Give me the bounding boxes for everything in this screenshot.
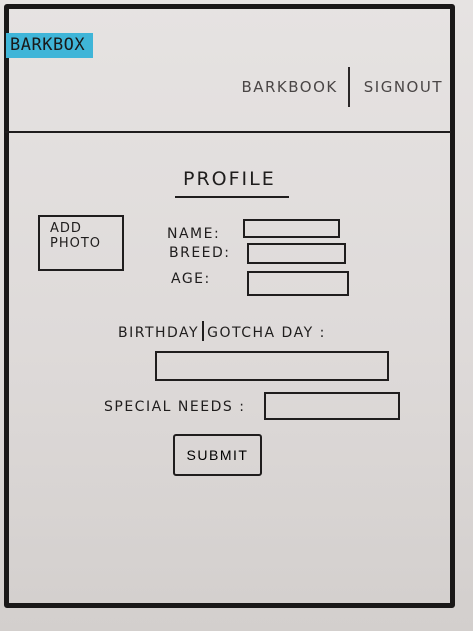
birthday-gotcha-label: BIRTHDAY GOTCHA DAY :: [118, 321, 326, 341]
add-photo-button[interactable]: ADD PHOTO: [38, 215, 124, 271]
submit-button[interactable]: SUBMIT: [173, 434, 262, 476]
page-title: PROFILE: [183, 168, 276, 190]
nav-barkbook-link[interactable]: BARKBOOK: [241, 78, 337, 96]
breed-input[interactable]: [247, 243, 346, 264]
nav-divider: [347, 67, 350, 107]
title-underline: [175, 196, 289, 198]
birthday-input[interactable]: [155, 351, 389, 381]
barkbox-logo[interactable]: BARKBOX: [6, 33, 94, 58]
add-photo-label-line1: ADD: [50, 221, 82, 236]
name-label: NAME:: [167, 226, 221, 242]
birthday-gotcha-divider: [202, 321, 205, 341]
gotcha-day-label: GOTCHA DAY :: [207, 325, 326, 341]
add-photo-label-line2: PHOTO: [50, 236, 102, 251]
special-needs-label: SPECIAL NEEDS :: [104, 399, 246, 415]
name-input[interactable]: [243, 219, 340, 238]
birthday-label: BIRTHDAY: [118, 325, 200, 341]
top-nav: BARKBOOK SIGNOUT: [241, 67, 443, 107]
paper-background: BARKBOX BARKBOOK SIGNOUT PROFILE ADD PHO…: [0, 0, 473, 631]
header-divider: [5, 131, 451, 133]
age-label: AGE:: [171, 271, 211, 287]
age-input[interactable]: [247, 271, 349, 296]
nav-signout-link[interactable]: SIGNOUT: [364, 78, 443, 96]
special-needs-input[interactable]: [264, 392, 400, 420]
breed-label: BREED:: [169, 245, 231, 261]
